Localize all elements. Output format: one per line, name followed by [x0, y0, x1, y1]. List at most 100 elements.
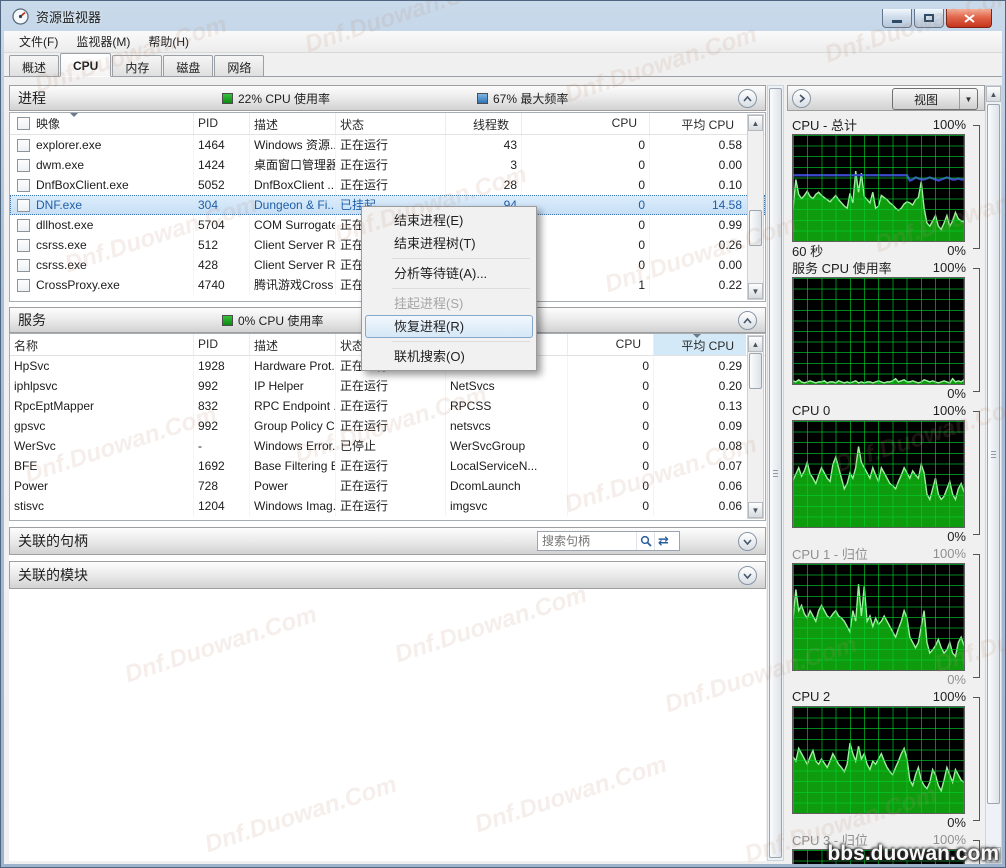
context-menu-item[interactable]: 结束进程树(T) — [365, 232, 533, 255]
cell-cpu: 0 — [521, 235, 649, 255]
table-row[interactable]: gpsvc992Group Policy C...正在运行netsvcs00.0… — [10, 416, 765, 436]
window-title: 资源监视器 — [36, 7, 101, 26]
cell-status: 正在运行 — [335, 155, 445, 175]
handle-search-box: ⇄ — [537, 531, 680, 551]
process-image-cell: explorer.exe — [10, 135, 193, 155]
cell-threads: 43 — [445, 135, 521, 155]
select-all-checkbox[interactable] — [17, 117, 30, 130]
row-checkbox[interactable] — [17, 139, 30, 152]
modules-expand-button[interactable] — [738, 566, 757, 585]
column-header-1[interactable]: PID — [193, 334, 249, 355]
graph-scale-bracket — [973, 268, 980, 392]
cell-cpu: 0 — [521, 175, 649, 195]
column-header-5[interactable]: CPU — [567, 334, 653, 355]
scroll-down-button[interactable]: ▼ — [748, 502, 763, 518]
table-row[interactable]: RpcEptMapper832RPC Endpoint ...正在运行RPCSS… — [10, 396, 765, 416]
scrollbar-thumb[interactable] — [987, 104, 1000, 804]
right-panel-scrollbar[interactable]: ▲ ▼ — [985, 85, 1002, 864]
column-header-0[interactable]: 名称 — [10, 334, 193, 355]
services-collapse-button[interactable] — [738, 311, 757, 330]
process-image-name: csrss.exe — [36, 255, 87, 275]
cell-desc: Windows 资源... — [249, 135, 335, 155]
row-checkbox[interactable] — [17, 259, 30, 272]
context-menu-item[interactable]: 联机搜索(O) — [365, 345, 533, 368]
cpu-graph-2: CPU 0100%0% — [790, 401, 982, 544]
process-image-name: DnfBoxClient.exe — [36, 175, 129, 195]
context-menu-item[interactable]: 恢复进程(R) — [365, 315, 533, 338]
table-row[interactable]: stisvc1204Windows Imag...正在运行imgsvc00.06 — [10, 496, 765, 516]
tab-网络[interactable]: 网络 — [214, 55, 264, 76]
table-row[interactable]: explorer.exe1464Windows 资源...正在运行4300.58 — [10, 135, 765, 155]
close-button[interactable] — [946, 9, 992, 28]
row-checkbox[interactable] — [17, 239, 30, 252]
column-header-4[interactable]: 线程数 — [445, 113, 521, 134]
row-checkbox[interactable] — [17, 279, 30, 292]
left-pane-scrollbar[interactable] — [767, 85, 784, 861]
graph-min-label: 0% — [947, 529, 966, 544]
column-header-5[interactable]: CPU — [521, 113, 649, 134]
cpu-graph-1: 服务 CPU 使用率100%0% — [790, 258, 982, 401]
context-menu-item[interactable]: 分析等待链(A)... — [365, 262, 533, 285]
table-row[interactable]: dwm.exe1424桌面窗口管理器正在运行300.00 — [10, 155, 765, 175]
services-scrollbar[interactable]: ▲ ▼ — [747, 335, 764, 519]
scroll-up-button[interactable]: ▲ — [748, 115, 763, 131]
row-checkbox[interactable] — [17, 159, 30, 172]
column-header-6[interactable]: 平均 CPU — [649, 113, 746, 134]
scrollbar-thumb[interactable] — [769, 88, 782, 858]
scroll-down-button[interactable]: ▼ — [748, 283, 763, 299]
context-menu-item[interactable]: 结束进程(E) — [365, 209, 533, 232]
modules-section-header[interactable]: 关联的模块 — [9, 561, 766, 589]
menu-item-1[interactable]: 监视器(M) — [67, 31, 139, 52]
services-cpu-usage: 0% CPU 使用率 — [238, 312, 323, 329]
row-checkbox[interactable] — [17, 219, 30, 232]
refresh-search-icon[interactable]: ⇄ — [654, 532, 672, 550]
panel-collapse-button[interactable] — [792, 89, 811, 108]
views-dropdown-arrow-icon[interactable]: ▼ — [959, 89, 977, 109]
processes-section-header[interactable]: 进程 22% CPU 使用率 67% 最大频率 — [9, 85, 766, 111]
scrollbar-grip-icon — [991, 451, 996, 458]
handles-section-header[interactable]: 关联的句柄 ⇄ — [9, 527, 766, 555]
row-checkbox[interactable] — [17, 179, 30, 192]
column-header-6[interactable]: 平均 CPU — [653, 334, 746, 355]
column-header-2[interactable]: 描述 — [249, 113, 335, 134]
cell-pid: 5052 — [193, 175, 249, 195]
column-header-2[interactable]: 描述 — [249, 334, 335, 355]
cell-cpu: 1 — [521, 275, 649, 295]
processes-collapse-button[interactable] — [738, 89, 757, 108]
cell-avg: 14.58 — [649, 195, 746, 215]
menu-item-2[interactable]: 帮助(H) — [139, 31, 198, 52]
scrollbar-thumb[interactable] — [749, 353, 762, 389]
scrollbar-thumb[interactable] — [749, 210, 762, 246]
graph-grid — [793, 421, 964, 527]
graph-bottom-row: 0% — [790, 385, 982, 401]
tab-CPU[interactable]: CPU — [60, 53, 111, 77]
row-checkbox[interactable] — [17, 199, 30, 212]
table-row[interactable]: Power728Power正在运行DcomLaunch00.06 — [10, 476, 765, 496]
handle-search-input[interactable] — [538, 533, 636, 549]
column-header-3[interactable]: 状态 — [335, 113, 445, 134]
graph-time-label: 60 秒 — [792, 241, 823, 260]
views-button[interactable]: 视图 ▼ — [892, 88, 978, 110]
cell-pid: 304 — [193, 195, 249, 215]
column-header-1[interactable]: PID — [193, 113, 249, 134]
scroll-up-button[interactable]: ▲ — [748, 336, 763, 352]
cell-threads: 28 — [445, 175, 521, 195]
handles-expand-button[interactable] — [738, 532, 757, 551]
graph-scale-bracket — [973, 125, 980, 249]
scroll-up-button[interactable]: ▲ — [986, 86, 1001, 102]
menu-item-0[interactable]: 文件(F) — [10, 31, 67, 52]
cell-desc: Client Server R... — [249, 235, 335, 255]
processes-scrollbar[interactable]: ▲ ▼ — [747, 114, 764, 300]
table-row[interactable]: DnfBoxClient.exe5052DnfBoxClient ...正在运行… — [10, 175, 765, 195]
table-row[interactable]: WerSvc-Windows Error...已停止WerSvcGroup00.… — [10, 436, 765, 456]
tab-内存[interactable]: 内存 — [112, 55, 162, 76]
table-row[interactable]: BFE1692Base Filtering E...正在运行LocalServi… — [10, 456, 765, 476]
column-header-0[interactable]: 映像 — [10, 113, 193, 134]
tab-概述[interactable]: 概述 — [9, 55, 59, 76]
minimize-button[interactable] — [882, 9, 912, 28]
tab-磁盘[interactable]: 磁盘 — [163, 55, 213, 76]
graph-title: CPU - 总计 — [792, 115, 857, 134]
maximize-button[interactable] — [914, 9, 944, 28]
cell-name: BFE — [10, 456, 193, 476]
table-row[interactable]: iphlpsvc992IP Helper正在运行NetSvcs00.20 — [10, 376, 765, 396]
